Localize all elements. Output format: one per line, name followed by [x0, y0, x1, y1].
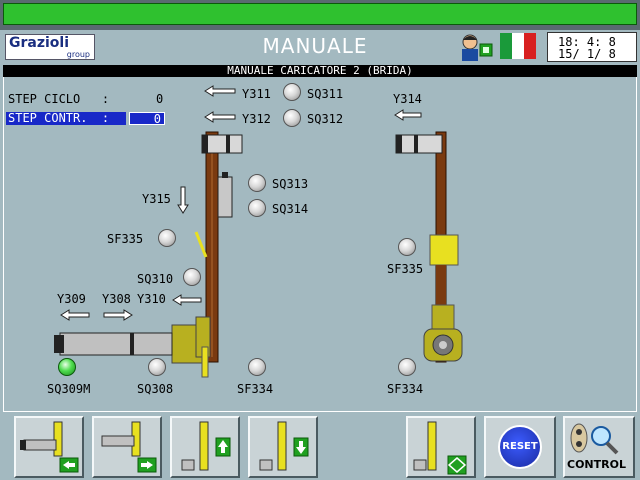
sensor-sq313	[248, 174, 266, 192]
machine-diagram	[54, 131, 463, 378]
control-label: CONTROL	[567, 458, 626, 471]
section-title: MANUALE CARICATORE 2 (BRIDA)	[3, 65, 637, 77]
move-down-button[interactable]	[248, 416, 318, 478]
sensor-sf334-right	[398, 358, 416, 376]
logo-subtext: group	[66, 50, 90, 59]
label-sq311: SQ311	[307, 87, 344, 101]
label-y310: Y310	[137, 292, 166, 306]
arrow-left-y314	[394, 109, 422, 121]
reset-button[interactable]: RESET	[498, 425, 542, 469]
loader-down-icon	[259, 421, 309, 471]
sensor-sq312	[283, 109, 301, 127]
loader-right-icon	[101, 421, 157, 473]
label-y314: Y314	[393, 92, 422, 106]
arrow-right-y308	[103, 309, 133, 321]
arrow-left-y309	[60, 309, 90, 321]
loader-left-icon	[20, 421, 79, 473]
label-sq314: SQ314	[272, 202, 309, 216]
label-y315: Y315	[142, 192, 171, 206]
control-search-icon	[570, 423, 619, 455]
move-up-button[interactable]	[170, 416, 240, 478]
clock-date: 15/ 1/ 8	[558, 47, 616, 61]
move-left-button[interactable]	[14, 416, 84, 478]
label-y309: Y309	[57, 292, 86, 306]
label-y312: Y312	[242, 112, 271, 126]
label-y308: Y308	[102, 292, 131, 306]
arrow-left-y311	[204, 85, 236, 97]
move-right-button[interactable]	[92, 416, 162, 478]
sensor-sq310	[183, 268, 201, 286]
sensor-sf335-right	[398, 238, 416, 256]
label-sf335-left: SF335	[107, 232, 144, 246]
loader-cycle-icon	[413, 421, 467, 475]
clock: 18: 4: 8 15/ 1/ 8	[547, 32, 637, 62]
label-sq309m: SQ309M	[47, 382, 91, 396]
label-sf334-left: SF334	[237, 382, 274, 396]
status-bar	[0, 0, 640, 30]
label-sq308: SQ308	[137, 382, 174, 396]
sensor-sq309m	[58, 358, 76, 376]
label-sq312: SQ312	[307, 112, 344, 126]
status-indicator	[3, 3, 637, 25]
loader-up-icon	[181, 421, 231, 471]
page-title: MANUALE	[262, 34, 368, 58]
sensor-sf335-left	[158, 229, 176, 247]
sensor-sf334-left	[248, 358, 266, 376]
logo: Grazioli group	[5, 34, 95, 60]
italy-flag-icon[interactable]	[500, 33, 538, 59]
arrow-left-y312	[204, 111, 236, 123]
sensor-sq314	[248, 199, 266, 217]
cycle-start-button[interactable]	[406, 416, 476, 478]
sensor-sq308	[148, 358, 166, 376]
label-sq310: SQ310	[137, 272, 174, 286]
arrow-left-y310	[172, 294, 202, 306]
label-sq313: SQ313	[272, 177, 309, 191]
label-sf335-right: SF335	[387, 262, 424, 276]
sensor-sq311	[283, 83, 301, 101]
label-y311: Y311	[242, 87, 271, 101]
label-sf334-right: SF334	[387, 382, 424, 396]
logo-text: Grazioli	[9, 35, 70, 51]
operator-icon[interactable]	[458, 32, 498, 62]
arrow-down-y315	[177, 186, 189, 214]
